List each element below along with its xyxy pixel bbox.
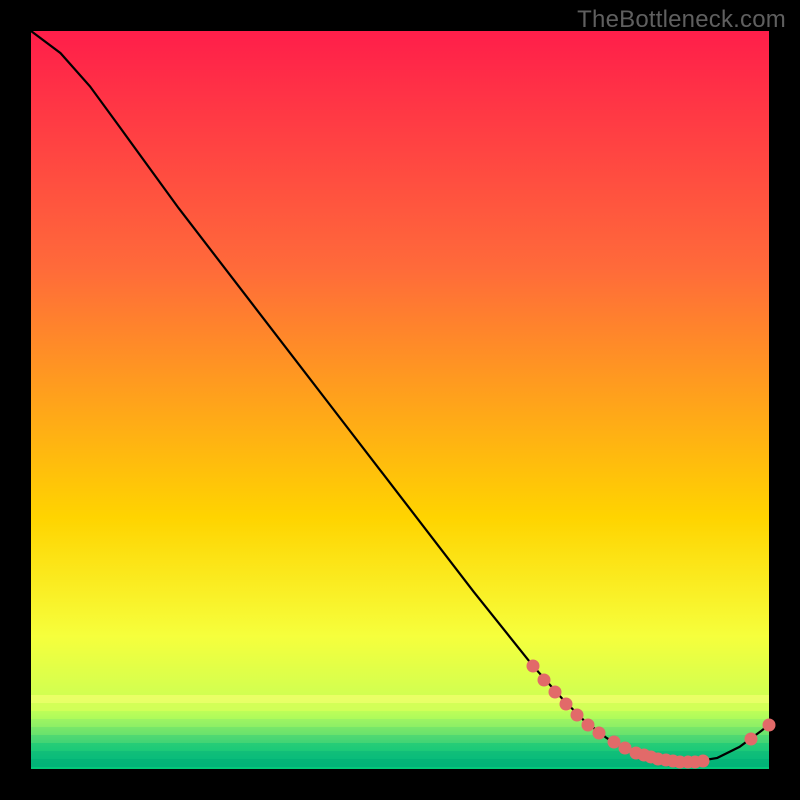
data-point-marker	[763, 718, 776, 731]
data-point-marker	[548, 686, 561, 699]
data-point-marker	[744, 733, 757, 746]
data-point-marker	[571, 709, 584, 722]
data-point-marker	[526, 659, 539, 672]
chart-frame: TheBottleneck.com	[0, 0, 800, 800]
data-point-marker	[560, 698, 573, 711]
plot-area	[31, 31, 769, 769]
data-point-marker	[696, 754, 709, 767]
curve-svg	[31, 31, 769, 769]
bottleneck-curve	[31, 31, 769, 762]
watermark-text: TheBottleneck.com	[577, 6, 786, 34]
data-point-marker	[593, 726, 606, 739]
data-point-marker	[537, 673, 550, 686]
